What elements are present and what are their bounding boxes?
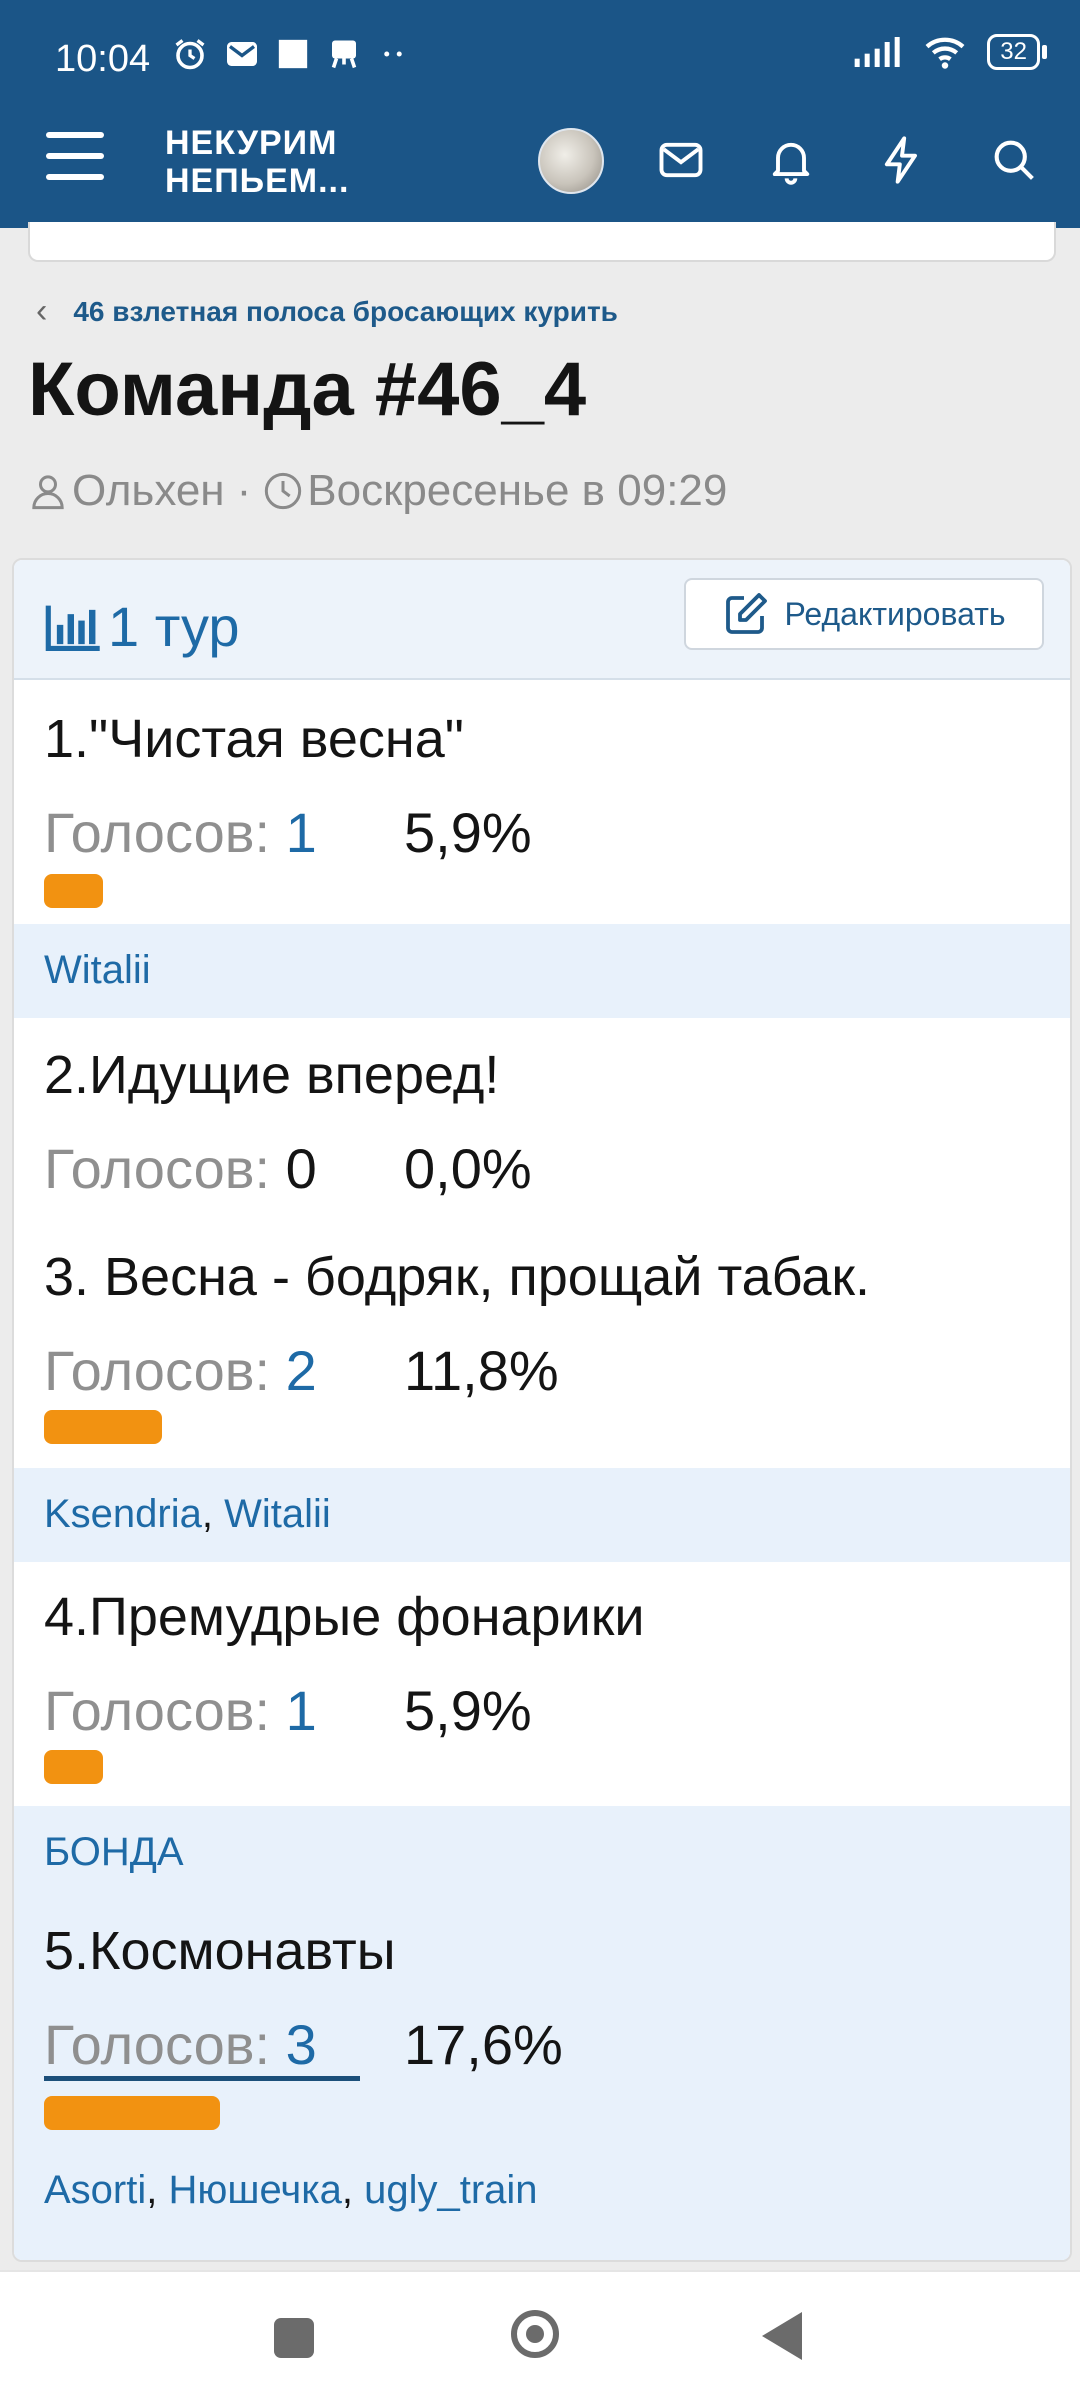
- square-notification-icon: [278, 39, 308, 69]
- poll-option-5: 5.Космонавты Голосов: 3 17,6% Asorti, Ню…: [14, 1896, 1070, 2260]
- system-navigation-bar: [0, 2270, 1080, 2402]
- bar-chart-icon: [45, 605, 100, 651]
- voter-link[interactable]: ugly_train: [364, 2168, 537, 2212]
- menu-button[interactable]: [46, 132, 104, 184]
- chevron-left-icon: ‹: [36, 292, 48, 330]
- page-title: Команда #46_4: [28, 347, 587, 432]
- option-votes[interactable]: Голосов: 2: [44, 1338, 317, 1403]
- breadcrumb[interactable]: ‹ 46 взлетная полоса бросающих курить: [36, 292, 618, 331]
- vote-count: 1: [285, 801, 317, 864]
- voter-link[interactable]: Asorti: [44, 2168, 146, 2212]
- option-percent: 5,9%: [404, 801, 532, 864]
- option-voters: Ksendria, Witalii: [14, 1468, 1070, 1562]
- clock-icon: [265, 472, 302, 510]
- poll-option-3: 3. Весна - бодряк, прощай табак. Голосов…: [14, 1224, 1070, 1562]
- result-bar: [44, 1750, 103, 1784]
- poll-title: 1 тур: [44, 594, 240, 659]
- search-button[interactable]: [988, 134, 1040, 186]
- status-notification-icons: [172, 36, 408, 72]
- poll-title-text: 1 тур: [108, 595, 240, 658]
- option-label: 2.Идущие вперед!: [44, 1045, 500, 1105]
- option-label: 5.Космонавты: [44, 1921, 396, 1981]
- user-icon: [32, 475, 64, 510]
- logo-line-1: НЕКУРИМ: [165, 124, 338, 162]
- voter-link[interactable]: БОНДА: [44, 1830, 184, 1874]
- status-time: 10:04: [55, 38, 151, 80]
- whats-new-button[interactable]: [876, 134, 928, 186]
- thread-author[interactable]: Ольхен: [72, 466, 225, 516]
- app-notification-icon: [331, 40, 357, 69]
- edit-icon: [726, 593, 768, 634]
- inbox-button[interactable]: [655, 134, 707, 186]
- voter-link[interactable]: Witalii: [224, 1492, 331, 1536]
- option-votes: Голосов: 0: [44, 1137, 317, 1200]
- lightning-icon: [884, 136, 917, 184]
- battery-indicator: 32: [987, 34, 1047, 70]
- user-avatar[interactable]: [538, 128, 604, 194]
- thread-date[interactable]: Воскресенье в 09:29: [307, 466, 727, 516]
- result-bar: [44, 874, 103, 908]
- app-header: 10:04 32 НЕКУРИМ НЕПЬЕМ...: [0, 0, 1080, 228]
- breadcrumb-parent-link[interactable]: 46 взлетная полоса бросающих курить: [73, 296, 618, 328]
- option-percent: 17,6%: [404, 2013, 563, 2076]
- option-voters: Witalii: [14, 924, 1070, 1018]
- recent-apps-button[interactable]: [274, 2318, 314, 2358]
- option-votes[interactable]: Голосов: 3: [44, 2012, 317, 2077]
- meta-separator: ·: [236, 466, 252, 515]
- alerts-button[interactable]: [765, 134, 817, 186]
- voter-link[interactable]: Witalii: [44, 948, 151, 992]
- voter-link[interactable]: Нюшечка: [168, 2168, 341, 2212]
- option-voters: Asorti, Нюшечка, ugly_train: [44, 2168, 538, 2212]
- option-percent: 0,0%: [404, 1137, 532, 1200]
- poll-header: 1 тур Редактировать: [14, 560, 1070, 680]
- vote-count: 0: [285, 1137, 317, 1200]
- search-icon: [994, 140, 1034, 180]
- option-votes[interactable]: Голосов: 1: [44, 1678, 317, 1743]
- status-bar: 10:04 32: [0, 0, 1080, 120]
- site-logo[interactable]: НЕКУРИМ НЕПЬЕМ...: [165, 124, 365, 200]
- more-notifications-icon: [384, 51, 402, 57]
- status-system-icons: 32: [853, 34, 1047, 70]
- back-button[interactable]: [762, 2312, 802, 2360]
- poll-option-1: 1."Чистая весна" Голосов: 1 5,9% Witalii: [14, 678, 1070, 1018]
- previous-block-edge: [28, 222, 1056, 262]
- vote-count: 3: [285, 2013, 317, 2076]
- poll-option-2: 2.Идущие вперед! Голосов: 0 0,0%: [14, 1018, 1070, 1224]
- home-button[interactable]: [511, 2310, 559, 2358]
- option-label: 1."Чистая весна": [44, 709, 464, 769]
- alarm-icon: [175, 39, 205, 70]
- menu-icon: [46, 132, 104, 138]
- option-voters: БОНДА: [14, 1806, 1070, 1900]
- option-label: 3. Весна - бодряк, прощай табак.: [44, 1247, 870, 1307]
- votes-link-underline: [44, 2076, 360, 2081]
- result-bar: [44, 2096, 220, 2130]
- thread-meta: Ольхен · Воскресенье в 09:29: [28, 466, 727, 516]
- bell-icon: [772, 142, 810, 185]
- poll-block: 1 тур Редактировать 1."Чистая весна" Гол…: [12, 558, 1072, 2262]
- vote-count: 1: [285, 1679, 317, 1742]
- mail-notification-icon: [227, 42, 257, 66]
- option-label: 4.Премудрые фонарики: [44, 1587, 645, 1647]
- poll-option-4: 4.Премудрые фонарики Голосов: 1 5,9% БОН…: [14, 1562, 1070, 1900]
- signal-icon: [854, 37, 900, 67]
- vote-count: 2: [285, 1339, 317, 1402]
- envelope-icon: [659, 142, 703, 178]
- option-percent: 5,9%: [404, 1679, 532, 1742]
- option-percent: 11,8%: [404, 1339, 559, 1402]
- result-bar: [44, 1410, 162, 1444]
- edit-button-label: Редактировать: [784, 595, 1006, 632]
- logo-line-2: НЕПЬЕМ...: [165, 162, 350, 200]
- edit-poll-button[interactable]: Редактировать: [684, 578, 1044, 650]
- option-votes[interactable]: Голосов: 1: [44, 800, 317, 865]
- wifi-icon: [925, 37, 965, 69]
- voter-link[interactable]: Ksendria: [44, 1492, 202, 1536]
